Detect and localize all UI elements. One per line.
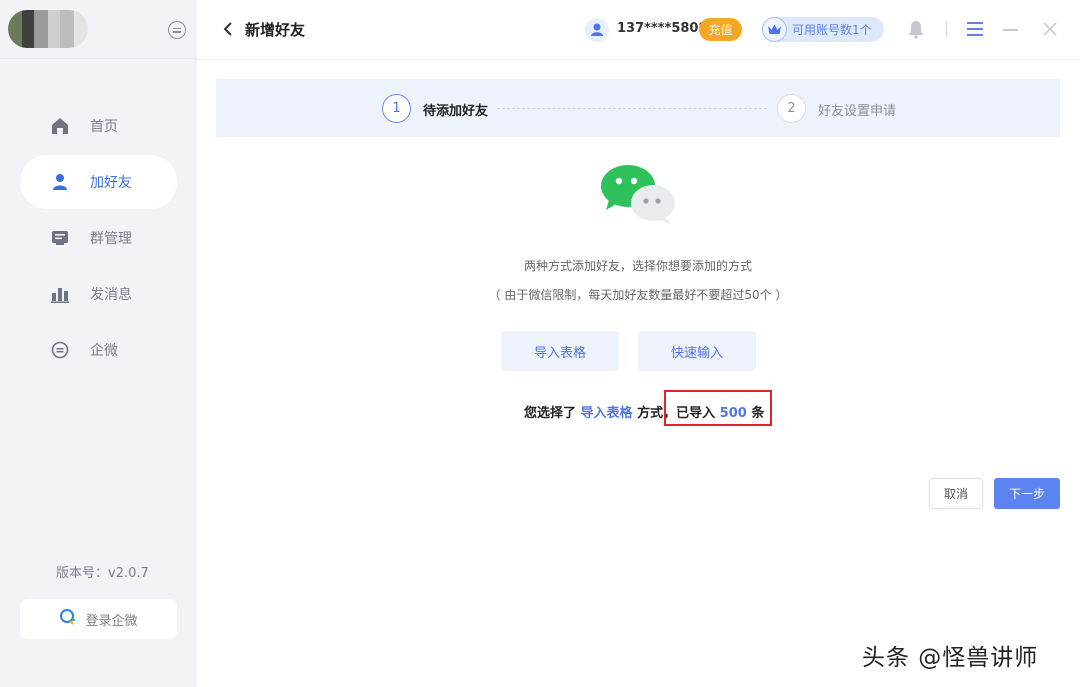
sidebar-item-label: 企微 [90,343,118,359]
sidebar-item-label: 发消息 [90,287,132,303]
login-wecom-label: 登录企微 [85,613,138,629]
login-wecom-button[interactable]: 登录企微 [20,599,177,639]
quick-input-button[interactable]: 快速输入 [638,331,756,371]
phone-number: 137****5808 [617,21,708,36]
limit-note: （ 由于微信限制，每天加好友数量最好不要超过50个 ） [488,288,788,302]
minimize-icon[interactable] [1003,29,1018,31]
step-number: 2 [777,94,806,123]
sidebar-item-group-manage[interactable]: 群管理 [20,211,177,265]
send-message-icon [50,284,70,304]
steps-bar: 1 待添加好友 2 好友设置申请 [216,79,1060,137]
close-icon[interactable] [1041,20,1059,38]
sidebar-item-add-friend[interactable]: 加好友 [20,155,177,209]
available-accounts-badge[interactable]: 可用账号数1个 [762,17,884,42]
step-label: 待添加好友 [423,104,489,119]
method-description: 两种方式添加好友，选择你想要添加的方式 [523,259,752,273]
sidebar-item-label: 首页 [90,119,118,135]
user-icon [50,172,70,192]
wechat-icon [601,164,677,228]
sidebar-divider [0,58,197,59]
sidebar: 首页 加好友 群管理 发消息 企微 版本号：v2.0.7 登录企微 [0,0,197,687]
highlight-box [664,390,772,426]
wecom-chat-icon [50,340,70,360]
account-user-icon[interactable] [585,18,609,42]
selection-prefix: 您选择了 [524,406,577,421]
watermark: 头条 @怪兽讲师 [862,645,1039,671]
step-connector [497,108,767,109]
recharge-button[interactable]: 充值 [699,18,742,41]
version-label: 版本号：v2.0.7 [56,566,149,581]
sidebar-item-wecom[interactable]: 企微 [20,323,177,377]
toolbar-divider [946,21,947,38]
available-accounts-label: 可用账号数1个 [792,23,872,37]
cancel-button[interactable]: 取消 [929,478,983,509]
next-step-button[interactable]: 下一步 [994,478,1060,509]
sidebar-item-send-message[interactable]: 发消息 [20,267,177,321]
menu-icon[interactable] [967,22,983,36]
crown-icon [762,17,787,42]
bell-icon[interactable] [907,19,925,43]
selected-method: 导入表格 [580,406,633,421]
home-icon [50,116,70,136]
sidebar-item-label: 群管理 [90,231,132,247]
wecom-logo-icon [59,608,77,630]
step-label: 好友设置申请 [818,104,897,119]
back-chevron-icon[interactable] [219,19,239,39]
sidebar-item-label: 加好友 [90,175,132,191]
avatar[interactable] [8,10,88,48]
top-bar: 新增好友 137****5808 充值 可用账号数1个 [197,0,1080,60]
group-manage-icon [50,228,70,248]
step-number: 1 [382,94,411,123]
collapse-menu-button[interactable] [168,21,186,39]
import-table-button[interactable]: 导入表格 [501,331,619,371]
sidebar-item-home[interactable]: 首页 [20,99,177,153]
page-title: 新增好友 [245,21,306,39]
